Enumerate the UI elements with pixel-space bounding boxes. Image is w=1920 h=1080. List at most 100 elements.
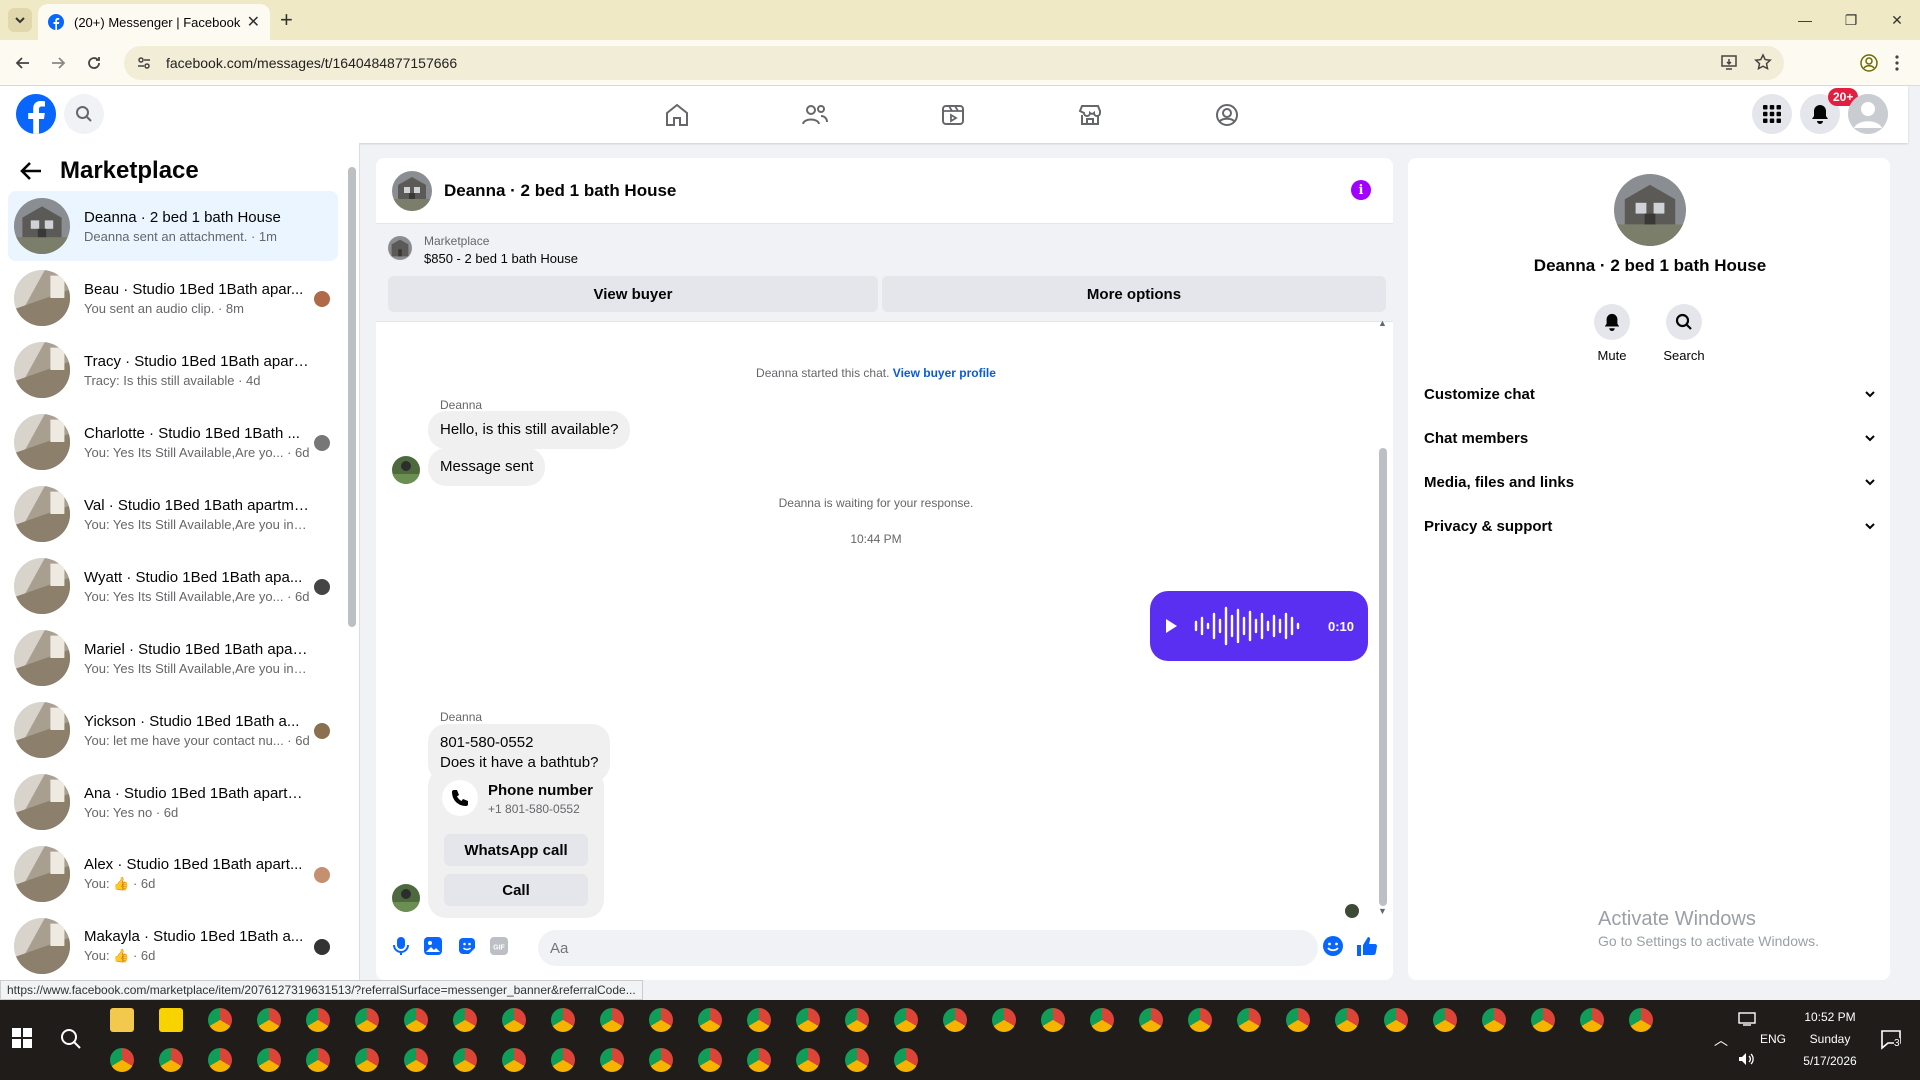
whatsapp-call-button[interactable]: WhatsApp call	[444, 834, 588, 866]
tab-close-icon[interactable]: ✕	[247, 12, 260, 32]
call-button[interactable]: Call	[444, 874, 588, 906]
clock-date[interactable]: 5/17/2026	[1800, 1054, 1860, 1068]
new-tab-button[interactable]: +	[280, 7, 293, 33]
chrome-app-icon[interactable]	[943, 1008, 967, 1032]
sender-avatar[interactable]	[392, 884, 420, 912]
chrome-app-icon[interactable]	[1335, 1008, 1359, 1032]
chat-scrollbar[interactable]	[1379, 448, 1387, 906]
address-bar[interactable]: facebook.com/messages/t/1640484877157666	[124, 46, 1784, 80]
conversation-item[interactable]: Deanna · 2 bed 1 bath House Deanna sent a…	[8, 191, 338, 261]
account-avatar-button[interactable]	[1848, 94, 1888, 134]
clock-day[interactable]: Sunday	[1800, 1032, 1860, 1046]
clock-time[interactable]: 10:52 PM	[1800, 1010, 1860, 1024]
profile-button[interactable]	[1858, 52, 1880, 74]
chrome-app-icon[interactable]	[1139, 1008, 1163, 1032]
view-buyer-button[interactable]: View buyer	[388, 276, 878, 312]
chrome-app-icon[interactable]	[404, 1008, 428, 1032]
banner-listing-title[interactable]: $850 - 2 bed 1 bath House	[424, 251, 578, 266]
sticker-button[interactable]	[456, 935, 478, 957]
site-info-icon[interactable]	[136, 55, 152, 71]
chrome-app-icon[interactable]	[208, 1048, 232, 1072]
scroll-up-arrow-icon[interactable]: ▲	[1378, 318, 1387, 328]
close-window-button[interactable]: ✕	[1874, 0, 1920, 40]
info-listing-thumbnail[interactable]	[1614, 174, 1686, 246]
chrome-app-icon[interactable]	[1286, 1008, 1310, 1032]
gif-button[interactable]: GIF	[488, 935, 510, 957]
reload-button[interactable]	[83, 52, 105, 74]
chrome-app-icon[interactable]	[502, 1008, 526, 1032]
conversation-item[interactable]: Charlotte · Studio 1Bed 1Bath ... You: Ye…	[8, 407, 338, 477]
conversation-item[interactable]: Beau · Studio 1Bed 1Bath apar... You sent…	[8, 263, 338, 333]
chrome-app-icon[interactable]	[698, 1008, 722, 1032]
install-app-icon[interactable]	[1720, 53, 1738, 71]
chrome-app-icon[interactable]	[1384, 1008, 1408, 1032]
nav-friends[interactable]	[800, 100, 830, 130]
chrome-app-icon[interactable]	[355, 1048, 379, 1072]
chrome-app-icon[interactable]	[551, 1008, 575, 1032]
taskbar-search-button[interactable]	[60, 1028, 82, 1050]
incoming-message[interactable]: Hello, is this still available?	[428, 411, 631, 449]
chrome-app-icon[interactable]	[257, 1008, 281, 1032]
chrome-app-icon[interactable]	[1433, 1008, 1457, 1032]
browser-tab-messenger[interactable]: (20+) Messenger | Facebook ✕	[38, 4, 270, 40]
chrome-app-icon[interactable]	[845, 1008, 869, 1032]
conversation-item[interactable]: Makayla · Studio 1Bed 1Bath a... You: 👍 ·…	[8, 911, 338, 980]
action-center-button[interactable]: 3	[1880, 1028, 1902, 1050]
nav-watch[interactable]	[938, 100, 968, 130]
chrome-app-icon[interactable]	[600, 1048, 624, 1072]
chrome-app-icon[interactable]	[796, 1048, 820, 1072]
language-indicator[interactable]: ENG	[1760, 1032, 1786, 1046]
facebook-logo[interactable]	[16, 94, 56, 134]
tab-search-button[interactable]	[8, 8, 32, 32]
conversation-item[interactable]: Tracy · Studio 1Bed 1Bath apart... Tracy:…	[8, 335, 338, 405]
view-buyer-profile-link[interactable]: View buyer profile	[893, 366, 996, 380]
menu-grid-button[interactable]	[1752, 94, 1792, 134]
chrome-app-icon[interactable]	[649, 1048, 673, 1072]
conversation-item[interactable]: Val · Studio 1Bed 1Bath apartment You: Ye…	[8, 479, 338, 549]
chrome-app-icon[interactable]	[1482, 1008, 1506, 1032]
outgoing-audio-message[interactable]: 0:10	[1150, 591, 1368, 661]
chrome-app-icon[interactable]	[306, 1008, 330, 1032]
file-explorer-icon[interactable]	[110, 1008, 134, 1032]
chrome-app-icon[interactable]	[208, 1008, 232, 1032]
network-icon[interactable]	[1738, 1012, 1756, 1026]
chrome-app-icon[interactable]	[1188, 1008, 1212, 1032]
search-in-conversation-button[interactable]: Search	[1654, 304, 1714, 363]
chrome-app-icon[interactable]	[1580, 1008, 1604, 1032]
conversation-item[interactable]: Yickson · Studio 1Bed 1Bath a... You: let…	[8, 695, 338, 765]
conversation-list-scrollbar[interactable]	[348, 167, 356, 627]
emoji-button[interactable]	[1322, 935, 1344, 957]
mute-button[interactable]: Mute	[1582, 304, 1642, 363]
chrome-app-icon[interactable]	[845, 1048, 869, 1072]
chrome-app-icon[interactable]	[404, 1048, 428, 1072]
chrome-app-icon[interactable]	[747, 1008, 771, 1032]
chrome-app-icon[interactable]	[453, 1048, 477, 1072]
chrome-app-icon[interactable]	[1041, 1008, 1065, 1032]
info-section-row[interactable]: Privacy & support	[1424, 508, 1876, 544]
nav-gaming[interactable]	[1212, 100, 1242, 130]
nav-home[interactable]	[662, 100, 692, 130]
chrome-app-icon[interactable]	[1237, 1008, 1261, 1032]
chrome-app-icon[interactable]	[1531, 1008, 1555, 1032]
voice-clip-button[interactable]	[390, 935, 412, 957]
chrome-app-icon[interactable]	[159, 1048, 183, 1072]
conversation-item[interactable]: Mariel · Studio 1Bed 1Bath apart... You: …	[8, 623, 338, 693]
chrome-app-icon[interactable]	[502, 1048, 526, 1072]
back-button[interactable]	[12, 52, 34, 74]
chrome-app-icon[interactable]	[355, 1008, 379, 1032]
tray-chevron-up-icon[interactable]: ︿	[1714, 1030, 1728, 1050]
incoming-message[interactable]: Message sent	[428, 448, 546, 486]
chrome-app-icon[interactable]	[698, 1048, 722, 1072]
conversation-info-icon[interactable]: i	[1351, 180, 1371, 200]
chrome-app-icon[interactable]	[110, 1048, 134, 1072]
chrome-app-icon[interactable]	[1090, 1008, 1114, 1032]
info-section-row[interactable]: Chat members	[1424, 420, 1876, 456]
sticky-notes-icon[interactable]	[159, 1008, 183, 1032]
volume-icon[interactable]	[1738, 1052, 1756, 1066]
chrome-app-icon[interactable]	[992, 1008, 1016, 1032]
chrome-app-icon[interactable]	[1629, 1008, 1653, 1032]
play-icon[interactable]	[1164, 618, 1178, 634]
message-input[interactable]	[538, 930, 1318, 966]
chat-title[interactable]: Deanna · 2 bed 1 bath House	[444, 181, 676, 201]
more-options-button[interactable]: More options	[882, 276, 1386, 312]
